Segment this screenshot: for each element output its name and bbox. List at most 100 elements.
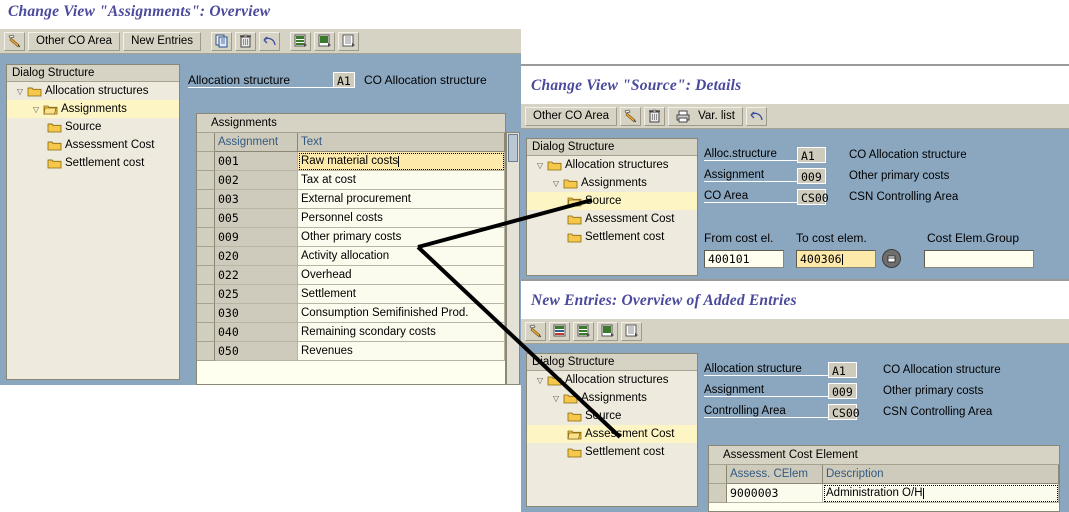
cell-assignment[interactable]: 040 bbox=[215, 323, 298, 342]
display-change-button[interactable] bbox=[4, 31, 25, 51]
row-selector[interactable] bbox=[197, 304, 215, 323]
copy-button[interactable] bbox=[211, 31, 233, 51]
display-change-button[interactable] bbox=[620, 106, 642, 126]
cell-text[interactable]: Revenues bbox=[298, 342, 505, 361]
column-header-description[interactable]: Description bbox=[823, 465, 1059, 484]
row-selector[interactable] bbox=[197, 190, 215, 209]
delete-button[interactable] bbox=[644, 106, 666, 126]
table-row[interactable]: 001 Raw material costs bbox=[197, 152, 505, 171]
twisty-open-icon[interactable]: ▽ bbox=[549, 179, 563, 188]
table-row[interactable]: 025 Settlement bbox=[197, 285, 505, 304]
cell-text[interactable]: Remaining scondary costs bbox=[298, 323, 505, 342]
row-selector-header[interactable] bbox=[709, 465, 727, 484]
new-entries-button[interactable]: New Entries bbox=[123, 31, 202, 51]
table-row[interactable]: 009 Other primary costs bbox=[197, 228, 505, 247]
deselect-all-button[interactable] bbox=[621, 321, 642, 341]
table-row[interactable]: 005 Personnel costs bbox=[197, 209, 505, 228]
scrollbar-thumb[interactable] bbox=[508, 134, 518, 162]
other-co-area-button[interactable]: Other CO Area bbox=[28, 31, 121, 51]
cell-assess-celem[interactable]: 9000003 bbox=[727, 484, 823, 503]
cell-assignment[interactable]: 050 bbox=[215, 342, 298, 361]
allocation-structure-key[interactable]: A1 bbox=[828, 361, 857, 378]
assignment-key[interactable]: 009 bbox=[828, 382, 857, 399]
cell-text[interactable]: Activity allocation bbox=[298, 247, 505, 266]
twisty-open-icon[interactable]: ▽ bbox=[549, 394, 563, 403]
row-selector[interactable] bbox=[197, 323, 215, 342]
allocation-structure-key[interactable]: A1 bbox=[333, 72, 355, 88]
table-row[interactable]: 020 Activity allocation bbox=[197, 247, 505, 266]
tree-node-allocation-structures[interactable]: ▽ Allocation structures bbox=[527, 371, 697, 389]
display-change-button[interactable] bbox=[525, 321, 546, 341]
twisty-open-icon[interactable]: ▽ bbox=[29, 105, 43, 114]
tree-node-assignments[interactable]: ▽ Assignments bbox=[7, 100, 179, 118]
tree-node-assessment-cost[interactable]: Assessment Cost bbox=[7, 136, 179, 154]
tree-node-source[interactable]: Source bbox=[527, 407, 697, 425]
assignment-key[interactable]: 009 bbox=[797, 167, 826, 184]
column-header-assignment[interactable]: Assignment bbox=[215, 133, 298, 152]
tree-node-source[interactable]: Source bbox=[527, 192, 697, 210]
select-all-button[interactable] bbox=[573, 321, 594, 341]
row-selector-header[interactable] bbox=[197, 133, 215, 152]
window1-grid-vertical-scrollbar[interactable] bbox=[506, 132, 520, 385]
tree-node-assessment-cost[interactable]: Assessment Cost bbox=[527, 425, 697, 443]
value-help-button[interactable] bbox=[882, 249, 901, 268]
select-block-button[interactable] bbox=[597, 321, 618, 341]
table-row[interactable]: 050 Revenues bbox=[197, 342, 505, 361]
cell-text[interactable]: Overhead bbox=[298, 266, 505, 285]
alloc-structure-key[interactable]: A1 bbox=[797, 146, 826, 163]
cost-elem-group-input[interactable] bbox=[924, 249, 1034, 268]
row-selector[interactable] bbox=[709, 484, 727, 503]
cell-description[interactable]: Administration O/H bbox=[823, 484, 1059, 503]
cell-assignment[interactable]: 030 bbox=[215, 304, 298, 323]
cell-text[interactable]: Settlement bbox=[298, 285, 505, 304]
table-row[interactable]: 9000003 Administration O/H bbox=[709, 484, 1059, 503]
cell-assignment[interactable]: 020 bbox=[215, 247, 298, 266]
twisty-open-icon[interactable]: ▽ bbox=[13, 87, 27, 96]
other-co-area-button[interactable]: Other CO Area bbox=[525, 106, 618, 126]
row-selector[interactable] bbox=[197, 285, 215, 304]
row-selector[interactable] bbox=[197, 247, 215, 266]
undo-button[interactable] bbox=[259, 31, 281, 51]
row-selector[interactable] bbox=[197, 171, 215, 190]
co-area-key[interactable]: CS00 bbox=[797, 188, 829, 205]
cell-assignment[interactable]: 001 bbox=[215, 152, 298, 171]
column-header-assess-celem[interactable]: Assess. CElem bbox=[727, 465, 823, 484]
row-selector[interactable] bbox=[197, 228, 215, 247]
cell-text[interactable]: External procurement bbox=[298, 190, 505, 209]
tree-node-assessment-cost[interactable]: Assessment Cost bbox=[527, 210, 697, 228]
tree-node-assignments[interactable]: ▽ Assignments bbox=[527, 174, 697, 192]
tree-node-source[interactable]: Source bbox=[7, 118, 179, 136]
delete-row-button[interactable] bbox=[549, 321, 570, 341]
row-selector[interactable] bbox=[197, 342, 215, 361]
undo-button[interactable] bbox=[745, 106, 767, 126]
cell-assignment[interactable]: 002 bbox=[215, 171, 298, 190]
table-row[interactable]: 003 External procurement bbox=[197, 190, 505, 209]
select-block-button[interactable] bbox=[314, 31, 336, 51]
tree-node-settlement-cost[interactable]: Settlement cost bbox=[527, 443, 697, 461]
cell-text[interactable]: Personnel costs bbox=[298, 209, 505, 228]
tree-node-settlement-cost[interactable]: Settlement cost bbox=[7, 154, 179, 172]
table-row[interactable]: 002 Tax at cost bbox=[197, 171, 505, 190]
tree-node-allocation-structures[interactable]: ▽ Allocation structures bbox=[527, 156, 697, 174]
cell-text[interactable]: Raw material costs bbox=[298, 152, 505, 171]
tree-node-settlement-cost[interactable]: Settlement cost bbox=[527, 228, 697, 246]
cell-text[interactable]: Tax at cost bbox=[298, 171, 505, 190]
tree-node-allocation-structures[interactable]: ▽ Allocation structures bbox=[7, 82, 179, 100]
to-cost-elem-input[interactable]: 400306 bbox=[796, 249, 876, 268]
controlling-area-key[interactable]: CS00 bbox=[828, 403, 860, 420]
cell-assignment[interactable]: 022 bbox=[215, 266, 298, 285]
deselect-all-button[interactable] bbox=[338, 31, 360, 51]
select-all-button[interactable] bbox=[290, 31, 312, 51]
delete-button[interactable] bbox=[235, 31, 257, 51]
table-row[interactable]: 030 Consumption Semifinished Prod. bbox=[197, 304, 505, 323]
cell-assignment[interactable]: 025 bbox=[215, 285, 298, 304]
twisty-open-icon[interactable]: ▽ bbox=[533, 161, 547, 170]
cell-text[interactable]: Other primary costs bbox=[298, 228, 505, 247]
cell-assignment[interactable]: 005 bbox=[215, 209, 298, 228]
row-selector[interactable] bbox=[197, 266, 215, 285]
table-row[interactable]: 040 Remaining scondary costs bbox=[197, 323, 505, 342]
tree-node-assignments[interactable]: ▽ Assignments bbox=[527, 389, 697, 407]
column-header-text[interactable]: Text bbox=[298, 133, 505, 152]
table-row[interactable]: 022 Overhead bbox=[197, 266, 505, 285]
cell-text[interactable]: Consumption Semifinished Prod. bbox=[298, 304, 505, 323]
